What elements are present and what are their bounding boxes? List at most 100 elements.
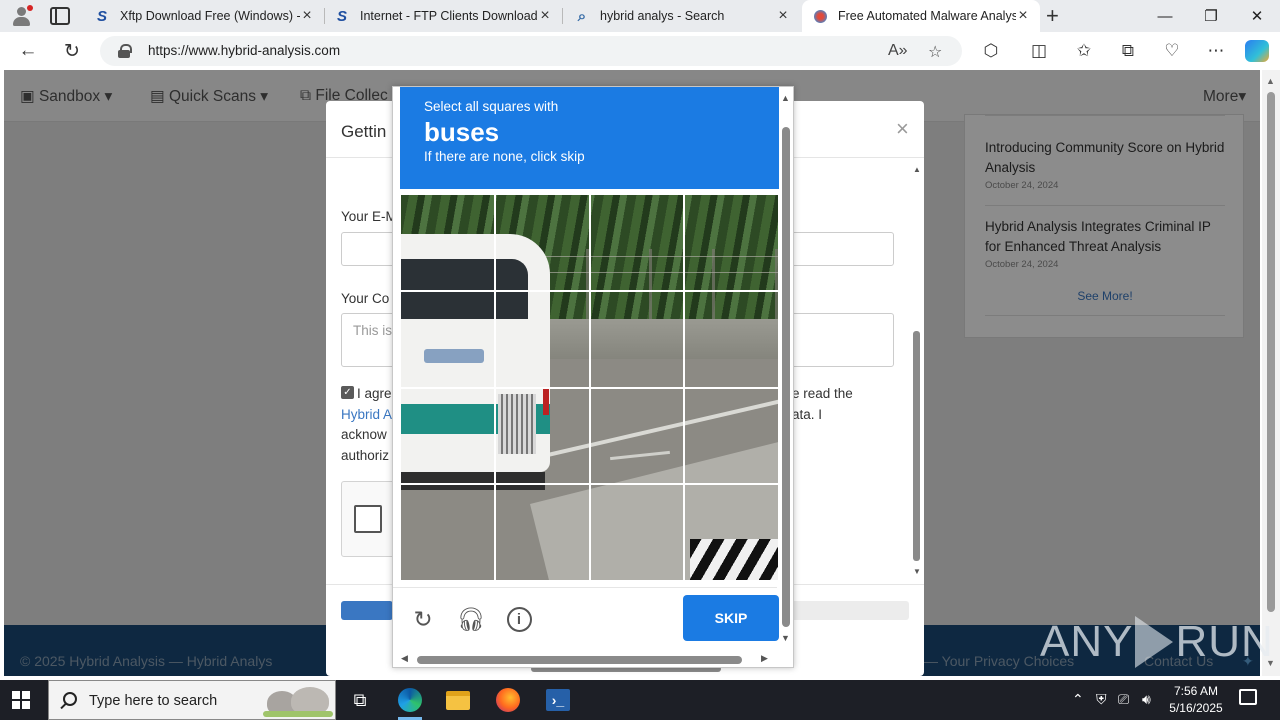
tab-hybrid-analysis[interactable]: Free Automated Malware Analysi ×: [802, 0, 1040, 32]
windows-taskbar: Type here to search ⧉ ›_ ⌃ ⛨ ⎚ 🔊︎ 7:56 A…: [0, 680, 1280, 720]
close-tab-icon[interactable]: ×: [1016, 7, 1030, 25]
minimize-button[interactable]: —: [1142, 0, 1188, 32]
profile-avatar-icon[interactable]: [8, 4, 34, 28]
windows-start-icon[interactable]: [12, 691, 30, 709]
challenge-prompt: Select all squares with buses If there a…: [400, 87, 779, 189]
prompt-target: buses: [424, 117, 500, 147]
challenge-tile[interactable]: [590, 388, 684, 484]
notifications-icon[interactable]: [1239, 689, 1257, 705]
challenge-scrollbar[interactable]: ▲ ▼: [779, 87, 793, 647]
submit-button[interactable]: [341, 601, 393, 620]
new-tab-icon[interactable]: +: [1046, 3, 1059, 29]
favorite-star-icon[interactable]: ☆: [928, 42, 942, 62]
browser-toolbar: ← ↻ https://www.hybrid-analysis.com A» ☆…: [0, 32, 1280, 70]
challenge-image-grid: [400, 194, 779, 581]
challenge-horizontal-scrollbar[interactable]: ◀ ▶: [393, 651, 777, 667]
file-explorer-icon[interactable]: [438, 684, 478, 716]
skip-button[interactable]: SKIP: [683, 595, 779, 641]
tab-title: Xftp Download Free (Windows) -: [120, 9, 300, 23]
extensions-icon[interactable]: ⬡: [979, 40, 1003, 62]
challenge-tile[interactable]: [495, 195, 589, 290]
challenge-tile[interactable]: [685, 195, 778, 290]
browser-tab-strip: S Xftp Download Free (Windows) - × S Int…: [0, 0, 1280, 32]
search-placeholder: Type here to search: [89, 693, 218, 709]
elephants-illustration-icon: [263, 685, 333, 717]
edge-taskbar-icon[interactable]: [390, 684, 430, 720]
challenge-tile[interactable]: [401, 195, 494, 290]
challenge-tile[interactable]: [401, 485, 494, 580]
hybrid-analysis-icon: [812, 8, 828, 24]
more-menu-icon[interactable]: ⋯: [1204, 40, 1228, 62]
read-aloud-icon[interactable]: A»: [888, 42, 908, 60]
chevron-up-icon[interactable]: ⌃: [1072, 691, 1084, 708]
comment-placeholder: This is: [353, 323, 393, 338]
hcaptcha-challenge: Select all squares with buses If there a…: [392, 86, 794, 668]
terms-link[interactable]: Hybrid A: [341, 405, 392, 425]
network-icon[interactable]: ⎚: [1118, 691, 1129, 708]
browser-essentials-icon[interactable]: ♡: [1160, 40, 1184, 62]
challenge-tile[interactable]: [590, 195, 684, 290]
comment-label: Your Co: [341, 291, 390, 306]
challenge-tile[interactable]: [495, 388, 589, 484]
favorites-icon[interactable]: ✩: [1072, 40, 1096, 62]
restore-button[interactable]: ❐: [1188, 0, 1234, 32]
challenge-tile[interactable]: [401, 291, 494, 387]
agree-text: I agre: [357, 386, 392, 401]
challenge-tile[interactable]: [495, 485, 589, 580]
challenge-tile[interactable]: [590, 291, 684, 387]
task-view-icon[interactable]: ⧉: [340, 684, 380, 716]
back-arrow-icon[interactable]: ←: [14, 39, 42, 63]
softonic-icon: S: [96, 7, 107, 25]
close-icon[interactable]: ×: [896, 116, 909, 142]
split-screen-icon[interactable]: ◫: [1027, 40, 1051, 62]
agree-checkbox[interactable]: ✓: [341, 386, 354, 399]
address-bar[interactable]: https://www.hybrid-analysis.com A» ☆: [100, 36, 962, 66]
tab-ftp-clients[interactable]: S Internet - FTP Clients Downloads ×: [324, 0, 562, 32]
agree-text: acknow: [341, 427, 387, 442]
page-scrollbar[interactable]: ▲ ▼: [1262, 70, 1280, 676]
challenge-tile[interactable]: [685, 485, 778, 580]
prompt-hint: If there are none, click skip: [424, 149, 585, 164]
play-icon: [1135, 616, 1174, 668]
modal-scrollbar[interactable]: ▲ ▼: [910, 161, 924, 581]
close-window-button[interactable]: ✕: [1234, 0, 1280, 32]
powershell-icon[interactable]: ›_: [538, 684, 578, 716]
modal-footer-bar: [781, 601, 909, 620]
challenge-tile[interactable]: [401, 388, 494, 484]
agree-text-right: ata. I: [792, 407, 823, 422]
collections-icon[interactable]: ⧉: [1116, 40, 1140, 62]
agree-text-right: e read the: [792, 386, 853, 401]
challenge-tile[interactable]: [495, 291, 589, 387]
headphones-icon[interactable]: 🎧︎: [456, 605, 485, 633]
copilot-icon[interactable]: [1245, 40, 1269, 62]
info-icon[interactable]: i: [505, 605, 533, 633]
tab-xftp[interactable]: S Xftp Download Free (Windows) - ×: [84, 0, 324, 32]
tab-actions-icon[interactable]: [50, 7, 70, 25]
search-icon: [63, 692, 77, 706]
tab-search[interactable]: ⌕ hybrid analys - Search ×: [564, 0, 800, 32]
challenge-tile[interactable]: [685, 388, 778, 484]
tab-title: Internet - FTP Clients Downloads: [360, 9, 538, 23]
security-icon[interactable]: ⛨: [1096, 691, 1107, 708]
volume-icon[interactable]: 🔊︎: [1142, 691, 1151, 708]
softonic-icon: S: [336, 7, 347, 25]
prompt-text: Select all squares with: [424, 99, 559, 114]
firefox-icon[interactable]: [488, 684, 528, 716]
tab-title: hybrid analys - Search: [600, 9, 725, 23]
lock-icon[interactable]: [118, 44, 132, 58]
close-tab-icon[interactable]: ×: [538, 7, 552, 25]
email-label: Your E-M: [341, 209, 397, 224]
system-clock[interactable]: 7:56 AM 5/16/2025: [1160, 683, 1232, 717]
search-icon: ⌕: [577, 7, 587, 25]
tab-title: Free Automated Malware Analysi: [838, 9, 1016, 23]
captcha-checkbox[interactable]: [354, 505, 382, 533]
close-tab-icon[interactable]: ×: [300, 7, 314, 25]
challenge-tile[interactable]: [685, 291, 778, 387]
close-tab-icon[interactable]: ×: [776, 7, 790, 25]
refresh-icon[interactable]: ↻: [58, 39, 86, 63]
url-text[interactable]: https://www.hybrid-analysis.com: [148, 43, 340, 58]
refresh-icon[interactable]: ↻: [409, 605, 437, 633]
taskbar-search[interactable]: Type here to search: [48, 680, 336, 720]
challenge-tile[interactable]: [590, 485, 684, 580]
modal-title: Gettin: [341, 122, 387, 141]
